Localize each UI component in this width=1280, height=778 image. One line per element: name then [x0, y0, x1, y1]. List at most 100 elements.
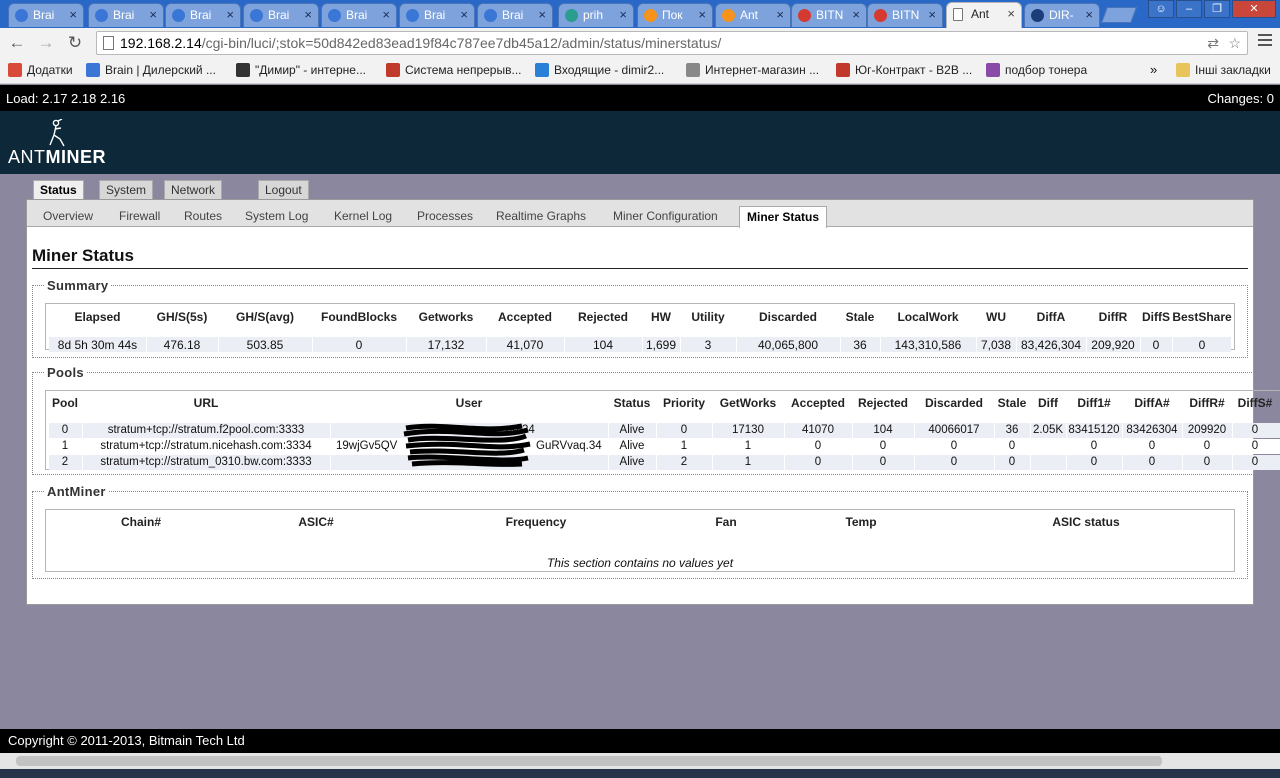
pools-value-cell: 0	[879, 456, 887, 468]
bookmark-item[interactable]: Интернет-магазин ...	[686, 63, 819, 77]
summary-value-cell: 40,065,800	[757, 338, 819, 352]
bitmain-icon	[798, 9, 811, 22]
subtab-system-log[interactable]: System Log	[245, 209, 308, 223]
tab-system[interactable]: System	[99, 180, 154, 200]
pools-value-cell: 36	[1005, 424, 1019, 436]
pools-table: Pool 0 1 2 URL stratum+tcp://stratum.f2pool.c…	[45, 390, 1280, 470]
close-tab-icon[interactable]: ×	[852, 7, 860, 22]
close-tab-icon[interactable]: ×	[460, 7, 468, 22]
pools-value-cell: 17130	[732, 424, 764, 436]
close-tab-icon[interactable]: ×	[776, 7, 784, 22]
cell-divider	[852, 455, 853, 470]
pools-header-cell: Rejected	[857, 396, 909, 410]
bookmark-item[interactable]: Система непрерыв...	[386, 63, 521, 77]
close-tab-icon[interactable]: ×	[1007, 6, 1015, 21]
subtab-routes[interactable]: Routes	[184, 209, 222, 223]
close-tab-icon[interactable]: ×	[226, 7, 234, 22]
pools-value-cell: stratum+tcp://stratum.f2pool.com:3333	[107, 424, 305, 436]
cell-divider	[784, 439, 785, 454]
browser-tab[interactable]: Brai ×	[165, 3, 241, 27]
browser-tab-title: BITN	[816, 8, 844, 22]
close-tab-icon[interactable]: ×	[304, 7, 312, 22]
bookmark-item[interactable]: Юг-Контракт - B2B ...	[836, 63, 972, 77]
scrollbar-thumb[interactable]	[16, 756, 1162, 766]
subtab-overview[interactable]: Overview	[43, 209, 93, 223]
browser-tab[interactable]: Ant ×	[946, 2, 1022, 28]
browser-tab[interactable]: DIR- ×	[1024, 3, 1100, 27]
browser-tab-title: Brai	[190, 8, 212, 22]
close-tab-icon[interactable]: ×	[928, 7, 936, 22]
antminer-header-cell: Chain#	[120, 515, 161, 529]
close-tab-icon[interactable]: ×	[698, 7, 706, 22]
browser-tab[interactable]: Brai ×	[88, 3, 164, 27]
close-tab-icon[interactable]: ×	[538, 7, 546, 22]
browser-tab[interactable]: Ant ×	[715, 3, 791, 27]
status-bar: Load: 2.17 2.18 2.16 Changes: 0	[0, 85, 1280, 111]
close-tab-icon[interactable]: ×	[69, 7, 77, 22]
subtab-processes[interactable]: Processes	[417, 209, 473, 223]
browser-tab[interactable]: BITN ×	[791, 3, 867, 27]
browser-tab[interactable]: Brai ×	[321, 3, 397, 27]
pools-value-cell: 0	[1203, 456, 1211, 468]
bookmark-star-icon[interactable]: ☆	[1228, 35, 1241, 52]
forward-button[interactable]: →	[35, 33, 57, 53]
subtab-miner-status[interactable]: Miner Status	[739, 206, 828, 228]
cell-divider	[656, 439, 657, 454]
cell-divider	[218, 337, 219, 352]
bookmark-label: Brain | Дилерский ...	[105, 63, 216, 77]
changes-count[interactable]: Changes: 0	[1208, 91, 1275, 106]
close-tab-icon[interactable]: ×	[1085, 7, 1093, 22]
browser-tab[interactable]: Brai ×	[8, 3, 84, 27]
more-bookmarks-chevron[interactable]: »	[1150, 62, 1157, 77]
bookmark-item[interactable]: "Димир" - интерне...	[236, 63, 366, 77]
cell-divider	[994, 439, 995, 454]
subtab-realtime-graphs[interactable]: Realtime Graphs	[496, 209, 586, 223]
cell-divider	[680, 337, 681, 352]
other-bookmarks[interactable]: Інші закладки	[1176, 63, 1271, 77]
horizontal-scrollbar[interactable]	[0, 753, 1280, 769]
browser-tab[interactable]: Brai ×	[243, 3, 319, 27]
summary-value-cell: 8d 5h 30m 44s	[57, 338, 138, 352]
bookmarks-bar: Додатки Brain | Дилерский ... "Димир" - ин…	[0, 58, 1280, 84]
subtab-kernel-log[interactable]: Kernel Log	[334, 209, 392, 223]
tab-network[interactable]: Network	[164, 180, 223, 200]
maximize-button[interactable]: ❐	[1204, 0, 1230, 18]
address-bar[interactable]: 192.168.2.14/cgi-bin/luci/;stok=50d842ed…	[96, 31, 1248, 55]
reload-button[interactable]: ↻	[64, 33, 86, 53]
cell-divider	[642, 337, 643, 352]
close-window-button[interactable]: ✕	[1232, 0, 1276, 18]
minimize-button[interactable]: –	[1176, 0, 1202, 18]
summary-header-cell: DiffR	[1098, 310, 1128, 324]
cell-divider	[82, 455, 83, 470]
close-tab-icon[interactable]: ×	[619, 7, 627, 22]
cell-divider	[712, 455, 713, 470]
browser-tab[interactable]: prih ×	[558, 3, 634, 27]
page-icon	[103, 36, 114, 50]
bookmark-item[interactable]: Додатки	[8, 63, 73, 77]
subtab-miner-configuration[interactable]: Miner Configuration	[613, 209, 718, 223]
antminer-header-cell: Fan	[715, 515, 737, 529]
subtab-firewall[interactable]: Firewall	[119, 209, 160, 223]
back-button[interactable]: ←	[6, 33, 28, 53]
translate-icon[interactable]: ⇄	[1207, 35, 1219, 52]
pools-value-cell: 0	[61, 424, 69, 436]
tab-logout[interactable]: Logout	[258, 180, 309, 200]
bookmark-item[interactable]: Brain | Дилерский ...	[86, 63, 216, 77]
pools-value-cell: 0	[1251, 424, 1259, 436]
bookmark-item[interactable]: Входящие - dimir2...	[535, 63, 664, 77]
chrome-menu-button[interactable]	[1258, 34, 1272, 49]
summary-value-cell: 36	[853, 338, 867, 352]
browser-tab[interactable]: Brai ×	[477, 3, 553, 27]
load-average: Load: 2.17 2.18 2.16	[6, 91, 126, 106]
tab-status[interactable]: Status	[33, 180, 84, 201]
new-tab-button[interactable]	[1101, 7, 1137, 23]
browser-tab[interactable]: Brai ×	[399, 3, 475, 27]
profile-icon[interactable]: ☺	[1148, 0, 1174, 18]
browser-tab[interactable]: BITN ×	[867, 3, 943, 27]
bookmark-item[interactable]: подбор тонера	[986, 63, 1087, 77]
cell-divider	[330, 423, 331, 438]
close-tab-icon[interactable]: ×	[149, 7, 157, 22]
browser-tab[interactable]: Пок ×	[637, 3, 713, 27]
close-tab-icon[interactable]: ×	[382, 7, 390, 22]
summary-value-cell: 83,426,304	[1020, 338, 1082, 352]
